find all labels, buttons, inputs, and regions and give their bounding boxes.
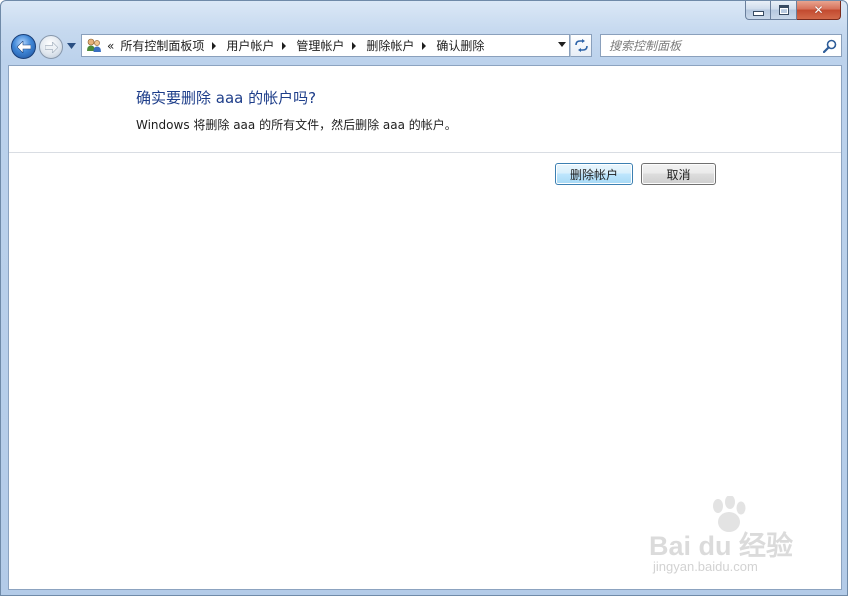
search-input[interactable] bbox=[601, 35, 817, 56]
chevron-down-icon bbox=[66, 43, 76, 49]
breadcrumb-item[interactable]: 确认删除 bbox=[436, 37, 484, 54]
window: ✕ « 所有控制面板项 用户帐户 管理帐户 删除帐户 确认删除 搜索控制面板 确… bbox=[0, 0, 848, 596]
address-dropdown-icon[interactable] bbox=[558, 42, 566, 47]
breadcrumb-separator-icon[interactable] bbox=[212, 41, 217, 50]
forward-arrow-icon bbox=[44, 41, 58, 53]
breadcrumb-separator-icon[interactable] bbox=[352, 41, 357, 50]
minimize-button[interactable] bbox=[745, 1, 771, 20]
navigation-bar: « 所有控制面板项 用户帐户 管理帐户 删除帐户 确认删除 bbox=[9, 32, 845, 62]
breadcrumb-item[interactable]: 管理帐户 bbox=[296, 37, 344, 54]
minimize-icon bbox=[752, 10, 764, 16]
maximize-button[interactable] bbox=[771, 1, 797, 20]
user-accounts-icon bbox=[85, 38, 103, 54]
refresh-icon bbox=[574, 39, 588, 52]
search-icon[interactable] bbox=[823, 39, 837, 53]
search-box bbox=[600, 34, 842, 57]
close-button[interactable]: ✕ bbox=[797, 1, 841, 20]
content-pane: 确实要删除 aaa 的帐户吗? Windows 将删除 aaa 的所有文件，然后… bbox=[8, 65, 842, 590]
divider bbox=[9, 152, 841, 153]
maximize-icon bbox=[778, 5, 789, 15]
confirmation-description: Windows 将删除 aaa 的所有文件，然后删除 aaa 的帐户。 bbox=[136, 118, 457, 132]
caption-buttons: ✕ bbox=[745, 1, 841, 21]
breadcrumb-overflow[interactable]: « bbox=[107, 39, 114, 53]
breadcrumb-item[interactable]: 用户帐户 bbox=[226, 37, 274, 54]
page-title: 确实要删除 aaa 的帐户吗? bbox=[136, 89, 317, 107]
breadcrumb-item[interactable]: 删除帐户 bbox=[366, 37, 414, 54]
refresh-button[interactable] bbox=[570, 34, 592, 57]
cancel-button[interactable]: 取消 bbox=[641, 163, 716, 185]
forward-button[interactable] bbox=[39, 35, 63, 59]
delete-account-button[interactable]: 删除帐户 bbox=[555, 163, 633, 185]
recent-pages-button[interactable] bbox=[66, 41, 76, 51]
breadcrumb-separator-icon[interactable] bbox=[422, 41, 427, 50]
back-button[interactable] bbox=[11, 34, 36, 59]
back-arrow-icon bbox=[16, 40, 31, 53]
breadcrumb-item[interactable]: 所有控制面板项 bbox=[120, 37, 204, 54]
close-icon: ✕ bbox=[813, 3, 824, 17]
breadcrumb-separator-icon[interactable] bbox=[282, 41, 287, 50]
address-bar[interactable]: « 所有控制面板项 用户帐户 管理帐户 删除帐户 确认删除 bbox=[81, 34, 570, 57]
